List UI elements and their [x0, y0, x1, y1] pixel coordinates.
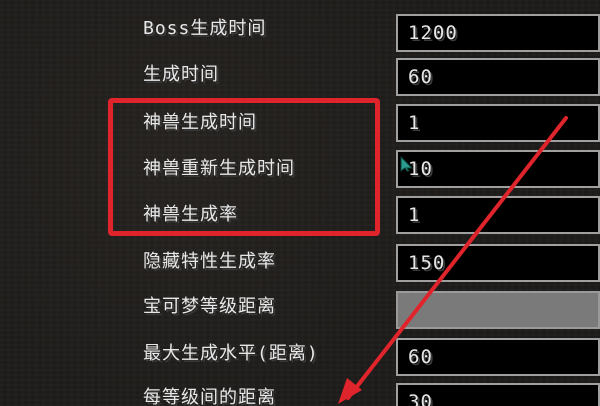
setting-label: 生成时间	[143, 64, 219, 85]
setting-input-disabled[interactable]	[396, 291, 600, 329]
setting-input[interactable]: 10	[396, 150, 600, 188]
setting-input[interactable]: 1200	[396, 14, 600, 52]
setting-input[interactable]: 1	[396, 104, 600, 142]
setting-label: 隐藏特性生成率	[143, 251, 276, 272]
setting-row-spawn-time: 生成时间 60	[0, 55, 600, 101]
setting-label: Boss生成时间	[143, 18, 267, 39]
setting-label: 宝可梦等级距离	[143, 296, 276, 317]
setting-row-hidden-ability-rate: 隐藏特性生成率 150	[0, 239, 600, 285]
setting-row-pokemon-level-distance: 宝可梦等级距离	[0, 285, 600, 331]
setting-input[interactable]: 1	[396, 196, 600, 234]
setting-input[interactable]: 60	[396, 58, 600, 96]
highlight-box	[108, 98, 380, 236]
settings-screen: Boss生成时间 1200 生成时间 60 神兽生成时间 1 神兽重新生成时间 …	[0, 0, 600, 406]
setting-label: 最大生成水平(距离)	[143, 343, 319, 364]
mouse-cursor-icon	[400, 156, 414, 172]
setting-input[interactable]: 150	[396, 244, 600, 282]
setting-row-distance-per-level: 每等级间的距离 30	[0, 377, 600, 406]
setting-input[interactable]: 60	[396, 338, 600, 376]
setting-label: 每等级间的距离	[143, 387, 276, 406]
setting-row-boss-spawn-time: Boss生成时间 1200	[0, 9, 600, 55]
setting-row-max-spawn-level: 最大生成水平(距离) 60	[0, 331, 600, 377]
setting-input[interactable]: 30	[396, 383, 600, 406]
